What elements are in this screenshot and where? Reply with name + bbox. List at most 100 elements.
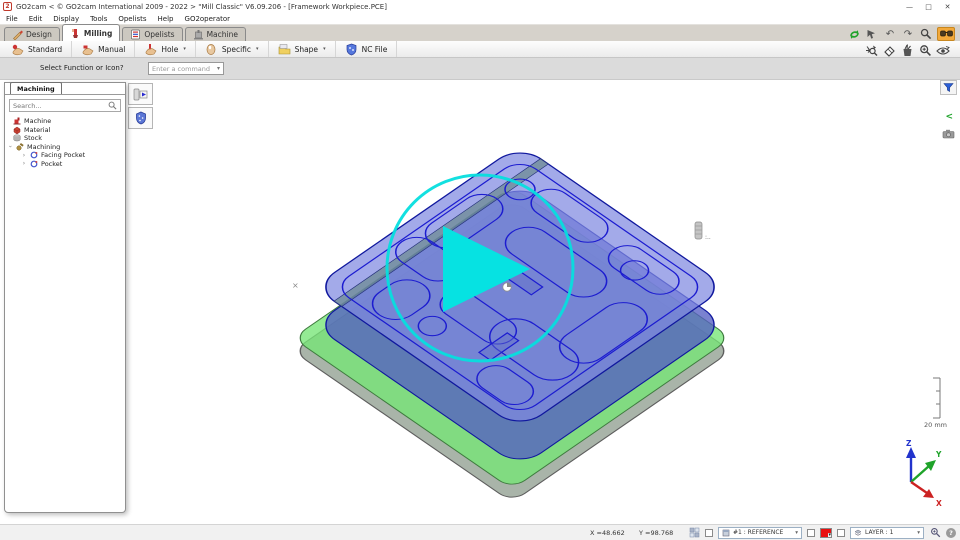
tab-milling[interactable]: Milling	[62, 24, 120, 41]
close-button[interactable]: ✕	[938, 1, 957, 13]
collapse-chevron-icon[interactable]: ›	[21, 160, 27, 167]
window-controls: — □ ✕	[900, 1, 957, 13]
window-title: GO2cam < © GO2cam International 2009 - 2…	[16, 3, 387, 11]
standard-cycle-button[interactable]: Standard	[2, 41, 72, 57]
reference-plane-icon	[722, 529, 730, 537]
nc-file-button[interactable]: NC File	[336, 41, 398, 57]
menu-edit[interactable]: Edit	[29, 15, 43, 23]
manual-cycle-button[interactable]: Manual	[72, 41, 135, 57]
specific-dropdown-arrow[interactable]: ▾	[256, 46, 259, 52]
layer-dropdown-arrow[interactable]: ▾	[917, 530, 920, 536]
viewport-3d[interactable]: × :.. 20 mm Z	[0, 80, 960, 524]
menu-opelists[interactable]: Opelists	[118, 15, 146, 23]
shape-dropdown-arrow[interactable]: ▾	[323, 46, 326, 52]
menu-file[interactable]: File	[6, 15, 18, 23]
grid-snap-icon[interactable]	[688, 527, 700, 538]
hole-dropdown-arrow[interactable]: ▾	[183, 46, 186, 52]
view-toolbar-top: ↶ ↷	[847, 27, 955, 41]
minimize-button[interactable]: —	[900, 1, 919, 13]
color-dropdown-arrow[interactable]: ▾	[828, 533, 831, 537]
tree-item-material[interactable]: Material	[7, 126, 123, 135]
help-icon[interactable]: ?	[946, 528, 956, 538]
tree-item-machining-label: Machining	[27, 143, 60, 151]
layer-checkbox[interactable]	[837, 529, 845, 537]
tab-machine[interactable]: Machine	[185, 27, 246, 41]
ribbon-tab-strip: Design Milling Opelists Machine	[0, 24, 960, 41]
undo-icon[interactable]: ↶	[883, 28, 897, 41]
hole-cycle-button[interactable]: Hole ▾	[135, 41, 195, 57]
stock-icon	[13, 134, 21, 142]
specific-cycle-button[interactable]: Specific ▾	[196, 41, 269, 57]
redo-icon[interactable]: ↷	[901, 28, 915, 41]
expand-chevron-icon[interactable]: ›	[7, 144, 14, 150]
tree-item-stock-label: Stock	[24, 134, 42, 142]
manual-cycle-label: Manual	[98, 45, 125, 54]
eraser-icon[interactable]	[882, 44, 896, 57]
tree-item-pocket-label: Pocket	[41, 160, 62, 168]
reference-checkbox[interactable]	[705, 529, 713, 537]
go2operator-glasses-button[interactable]	[937, 27, 955, 41]
tree-item-stock[interactable]: Stock	[7, 134, 123, 143]
ribbon-toolbar: Standard Manual Hole ▾ Specific ▾ Shape …	[0, 41, 960, 58]
zoom-icon[interactable]	[919, 28, 933, 41]
menu-help[interactable]: Help	[158, 15, 174, 23]
machining-panel: Machining Machine Material Stock › Machi…	[4, 82, 126, 513]
specific-cycle-icon	[205, 43, 218, 56]
tool-bin-icon[interactable]	[900, 44, 914, 57]
menu-tools[interactable]: Tools	[90, 15, 107, 23]
hole-cycle-label: Hole	[161, 45, 178, 54]
simulation-button[interactable]	[128, 83, 153, 105]
tab-opelists[interactable]: Opelists	[122, 27, 182, 41]
tool-note: :..	[705, 234, 711, 241]
filter-button[interactable]	[940, 80, 957, 95]
zoom-window-icon[interactable]	[918, 44, 932, 57]
collapse-panel-chevron[interactable]: <	[945, 113, 953, 122]
refresh-icon[interactable]	[847, 28, 861, 41]
redraw-eye-icon[interactable]	[936, 44, 950, 57]
tooling-button[interactable]	[128, 107, 153, 129]
maximize-button[interactable]: □	[919, 1, 938, 13]
tree-item-pocket[interactable]: › Pocket	[7, 160, 123, 169]
viewport-area: × :.. 20 mm Z	[0, 80, 960, 524]
current-color-swatch[interactable]: ▾	[820, 528, 832, 538]
command-combobox[interactable]: Enter a command ▾	[148, 62, 224, 75]
tab-opelists-label: Opelists	[144, 30, 174, 39]
pick-tool-icon[interactable]	[865, 28, 879, 41]
tree-item-facing-pocket[interactable]: › Facing Pocket	[7, 151, 123, 160]
standard-cycle-label: Standard	[28, 45, 62, 54]
tree-item-machine[interactable]: Machine	[7, 117, 123, 126]
shape-button[interactable]: Shape ▾	[269, 41, 336, 57]
layer-value: LAYER : 1	[865, 529, 893, 536]
color-checkbox[interactable]	[807, 529, 815, 537]
command-combobox-arrow[interactable]: ▾	[217, 65, 220, 72]
material-icon	[13, 126, 21, 134]
y-coordinate: Y =98.768	[639, 529, 683, 537]
search-input[interactable]	[13, 102, 108, 110]
reference-combobox[interactable]: #1 : REFERENCE ▾	[718, 527, 802, 539]
reference-dropdown-arrow[interactable]: ▾	[795, 530, 798, 536]
pocket-icon	[30, 151, 38, 159]
app-logo-icon: 2	[3, 2, 12, 11]
tab-design[interactable]: Design	[4, 27, 60, 41]
menu-go2operator[interactable]: GO2operator	[185, 15, 231, 23]
simulation-play-icon	[133, 88, 148, 101]
layer-combobox[interactable]: LAYER : 1 ▾	[850, 527, 924, 539]
pocket-icon	[30, 160, 38, 168]
search-box[interactable]	[9, 99, 121, 112]
snapshot-icon[interactable]	[942, 124, 955, 143]
search-icon	[108, 101, 117, 110]
zoom-selection-icon[interactable]	[929, 527, 941, 538]
collapse-chevron-icon[interactable]: ›	[21, 152, 27, 159]
opelists-icon	[130, 29, 141, 40]
design-icon	[12, 29, 23, 40]
x-coordinate: X =48.662	[590, 529, 634, 537]
menu-display[interactable]: Display	[53, 15, 79, 23]
command-prompt-label: Select Function or Icon?	[40, 64, 124, 72]
origin-marker: ×	[292, 281, 299, 290]
title-bar: 2 GO2cam < © GO2cam International 2009 -…	[0, 0, 960, 13]
simulation-machine-icon[interactable]	[864, 44, 878, 57]
tree-item-machining[interactable]: › Machining	[7, 143, 123, 152]
axis-triad[interactable]: Z Y X	[906, 439, 942, 508]
tab-milling-label: Milling	[84, 29, 112, 38]
layer-icon	[854, 529, 862, 537]
